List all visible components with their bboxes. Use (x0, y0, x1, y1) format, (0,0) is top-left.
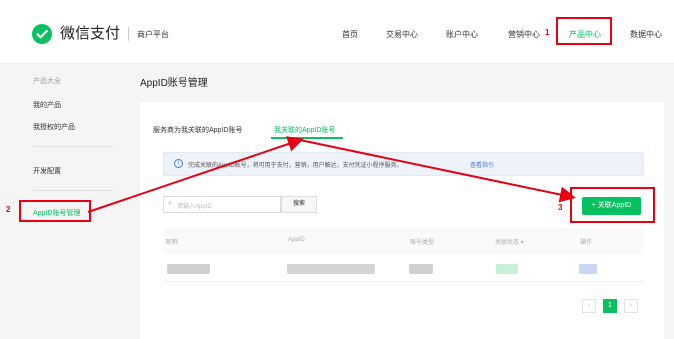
annotation-arrows (87, 136, 576, 213)
arrow-tab-to-add-button (299, 139, 576, 203)
arrow-sidebar-to-tab (87, 136, 304, 213)
